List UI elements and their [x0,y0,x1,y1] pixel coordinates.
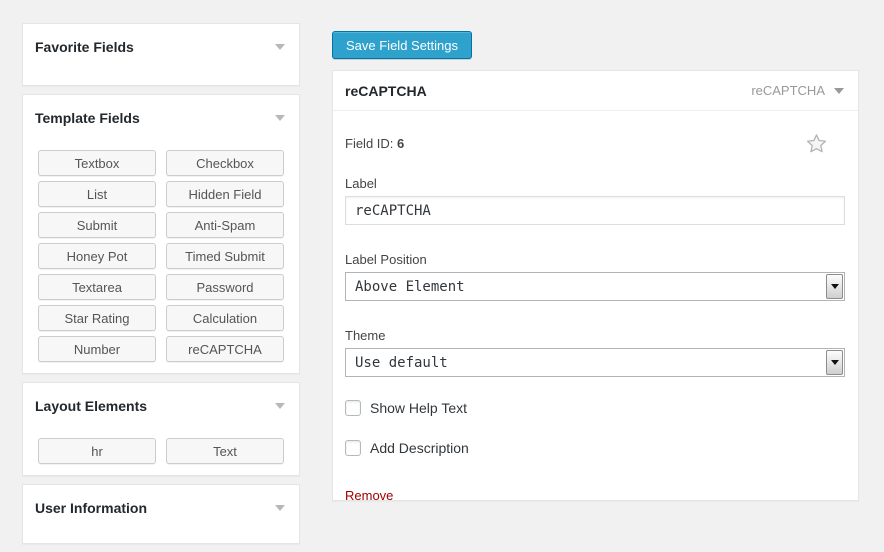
panel-favorite-fields-header[interactable]: Favorite Fields [23,24,299,70]
template-fields-grid: Textbox Checkbox List Hidden Field Submi… [23,141,299,373]
field-button-recaptcha[interactable]: reCAPTCHA [166,336,284,362]
field-id-label: Field ID: [345,136,393,151]
panel-template-fields: Template Fields Textbox Checkbox List Hi… [22,94,300,374]
label-position-select[interactable]: Above Element [345,272,845,301]
field-button-anti-spam[interactable]: Anti-Spam [166,212,284,238]
field-button-number[interactable]: Number [38,336,156,362]
field-type-label: reCAPTCHA [751,83,825,98]
field-button-calculation[interactable]: Calculation [166,305,284,331]
panel-title: User Information [35,498,147,518]
chevron-down-icon[interactable] [275,505,285,511]
chevron-down-icon[interactable] [275,403,285,409]
field-button-checkbox[interactable]: Checkbox [166,150,284,176]
field-button-star-rating[interactable]: Star Rating [38,305,156,331]
panel-title: Favorite Fields [35,37,134,57]
theme-selected-value: Use default [355,355,448,371]
remove-field-link[interactable]: Remove [345,488,393,503]
select-dropdown-button[interactable] [826,274,843,299]
field-button-hr[interactable]: hr [38,438,156,464]
field-id-text: Field ID: 6 [345,136,404,151]
field-panel-header[interactable]: reCAPTCHA reCAPTCHA [333,71,858,111]
panel-title: Layout Elements [35,396,147,416]
field-button-hidden-field[interactable]: Hidden Field [166,181,284,207]
field-settings-panel: reCAPTCHA reCAPTCHA Field ID: 6 Label La… [332,70,859,501]
theme-label: Theme [345,328,845,343]
add-description-label: Add Description [370,440,469,456]
label-input[interactable] [345,196,845,225]
chevron-down-icon[interactable] [275,115,285,121]
field-id-value: 6 [397,136,404,151]
fields-sidebar: Favorite Fields Template Fields Textbox … [22,23,300,552]
field-button-list[interactable]: List [38,181,156,207]
label-position-selected-value: Above Element [355,279,465,295]
show-help-text-checkbox[interactable] [345,400,361,416]
add-description-checkbox[interactable] [345,440,361,456]
label-field-label: Label [345,176,845,191]
save-field-settings-button[interactable]: Save Field Settings [332,31,472,59]
field-button-timed-submit[interactable]: Timed Submit [166,243,284,269]
field-panel-body: Field ID: 6 Label Label Position Above E… [333,133,858,503]
panel-user-information-header[interactable]: User Information [23,485,299,531]
chevron-down-icon[interactable] [834,88,844,94]
label-position-label: Label Position [345,252,845,267]
panel-layout-elements: Layout Elements hr Text [22,382,300,476]
field-button-submit[interactable]: Submit [38,212,156,238]
select-dropdown-button[interactable] [826,350,843,375]
field-button-textbox[interactable]: Textbox [38,150,156,176]
layout-elements-grid: hr Text [23,429,299,475]
field-panel-title: reCAPTCHA [345,83,427,99]
panel-layout-elements-header[interactable]: Layout Elements [23,383,299,429]
field-button-text[interactable]: Text [166,438,284,464]
show-help-text-row: Show Help Text [345,400,845,416]
chevron-down-icon[interactable] [275,44,285,50]
field-id-row: Field ID: 6 [345,133,845,154]
panel-template-fields-header[interactable]: Template Fields [23,95,299,141]
field-button-textarea[interactable]: Textarea [38,274,156,300]
panel-favorite-fields: Favorite Fields [22,23,300,86]
field-button-honey-pot[interactable]: Honey Pot [38,243,156,269]
add-description-row: Add Description [345,440,845,456]
field-button-password[interactable]: Password [166,274,284,300]
theme-select[interactable]: Use default [345,348,845,377]
favorite-fields-empty-body [23,70,299,85]
panel-user-information: User Information [22,484,300,544]
caret-down-icon [831,284,839,289]
show-help-text-label: Show Help Text [370,400,467,416]
caret-down-icon [831,360,839,365]
panel-title: Template Fields [35,108,140,128]
field-panel-header-right: reCAPTCHA [751,83,846,98]
star-empty-icon[interactable] [806,133,827,154]
field-settings-column: Save Field Settings reCAPTCHA reCAPTCHA … [332,31,859,501]
